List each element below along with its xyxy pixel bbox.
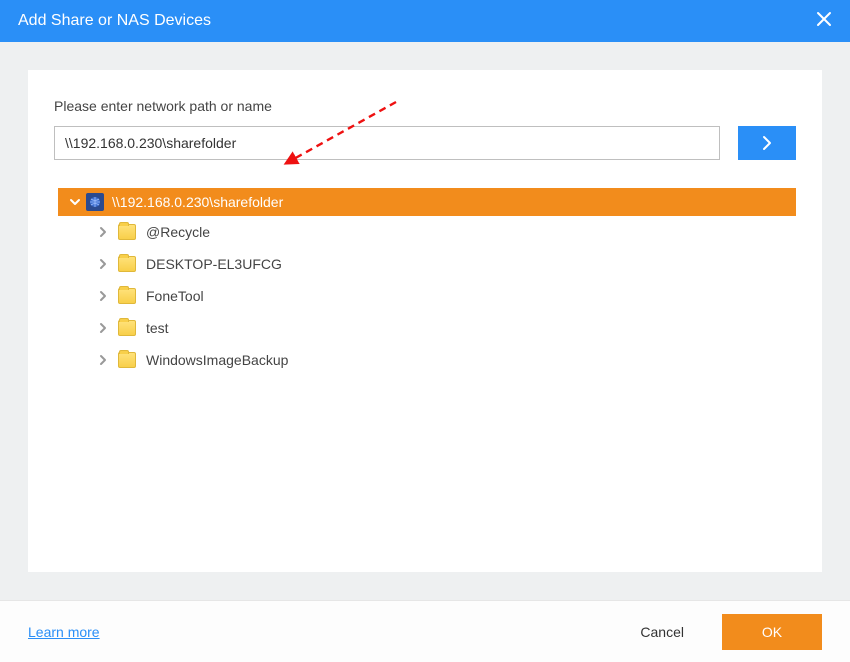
tree-item-label: WindowsImageBackup — [146, 352, 288, 368]
folder-icon — [118, 320, 136, 336]
chevron-right-icon — [94, 322, 112, 334]
dialog-title: Add Share or NAS Devices — [18, 12, 211, 30]
tree-item-label: FoneTool — [146, 288, 204, 304]
chevron-right-icon — [94, 258, 112, 270]
main-panel: Please enter network path or name — [28, 70, 822, 572]
learn-more-link[interactable]: Learn more — [28, 624, 100, 640]
path-prompt-label: Please enter network path or name — [54, 98, 796, 114]
dialog-body: Please enter network path or name — [0, 42, 850, 600]
chevron-right-icon — [94, 354, 112, 366]
dialog-footer: Learn more Cancel OK — [0, 600, 850, 662]
tree-item[interactable]: @Recycle — [58, 216, 796, 248]
tree-item[interactable]: test — [58, 312, 796, 344]
folder-icon — [118, 352, 136, 368]
tree-item-label: @Recycle — [146, 224, 210, 240]
cancel-button[interactable]: Cancel — [624, 616, 700, 648]
chevron-down-icon — [66, 196, 84, 208]
tree-item[interactable]: DESKTOP-EL3UFCG — [58, 248, 796, 280]
folder-icon — [118, 288, 136, 304]
chevron-right-icon — [759, 135, 775, 151]
chevron-right-icon — [94, 226, 112, 238]
network-path-input[interactable] — [54, 126, 720, 160]
chevron-right-icon — [94, 290, 112, 302]
close-icon[interactable] — [816, 11, 832, 31]
folder-icon — [118, 256, 136, 272]
path-input-row — [54, 126, 796, 160]
folder-tree: \\192.168.0.230\sharefolder @Recycle DES… — [58, 188, 796, 376]
ok-button[interactable]: OK — [722, 614, 822, 650]
network-share-icon — [86, 193, 104, 211]
folder-icon — [118, 224, 136, 240]
tree-item-label: test — [146, 320, 169, 336]
tree-item[interactable]: FoneTool — [58, 280, 796, 312]
dialog: Add Share or NAS Devices Please enter ne… — [0, 0, 850, 662]
tree-root-label: \\192.168.0.230\sharefolder — [112, 194, 283, 210]
tree-root-item[interactable]: \\192.168.0.230\sharefolder — [58, 188, 796, 216]
tree-item-label: DESKTOP-EL3UFCG — [146, 256, 282, 272]
tree-item[interactable]: WindowsImageBackup — [58, 344, 796, 376]
go-button[interactable] — [738, 126, 796, 160]
titlebar: Add Share or NAS Devices — [0, 0, 850, 42]
